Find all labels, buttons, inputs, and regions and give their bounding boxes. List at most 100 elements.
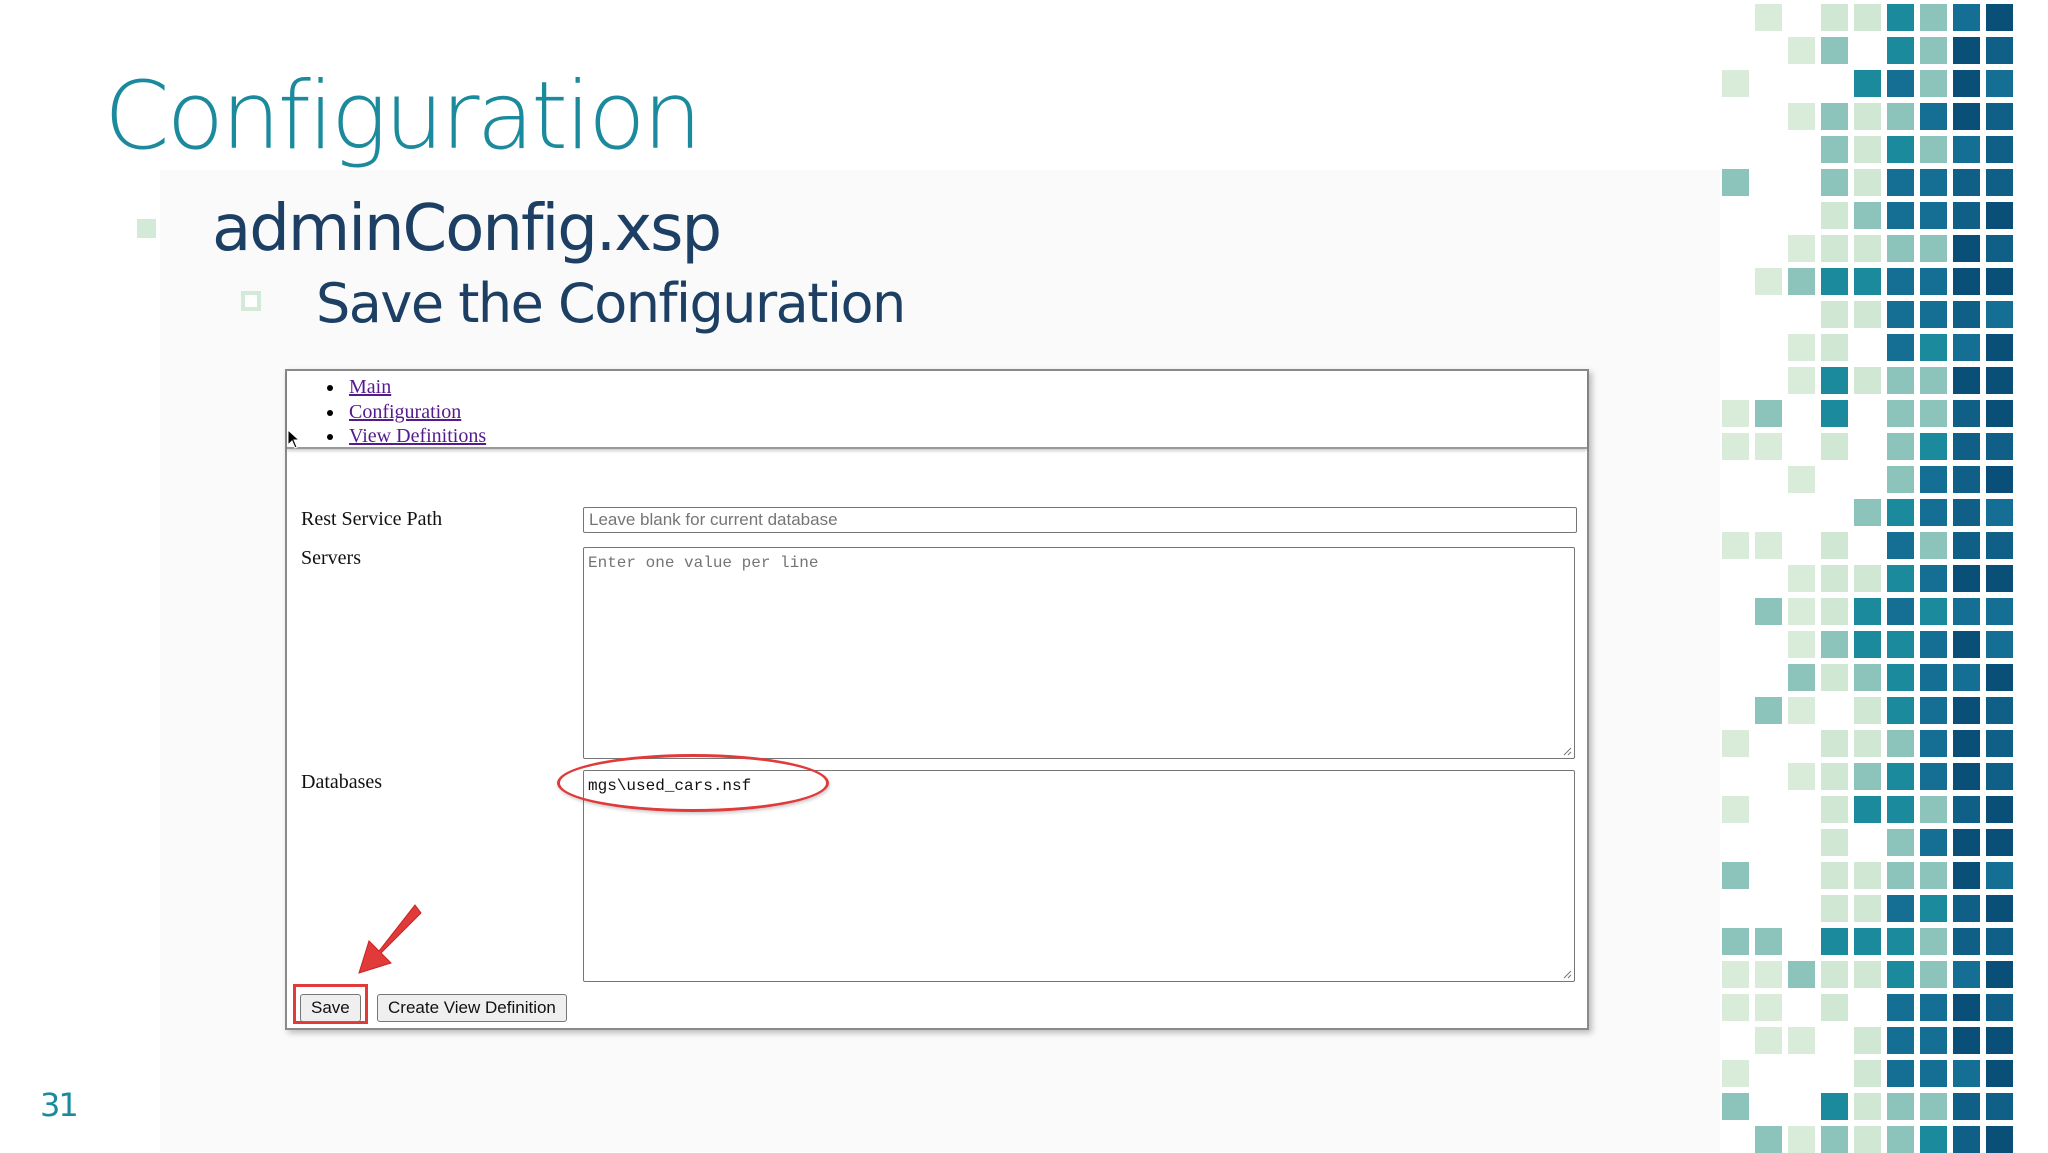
- nav-link-view-definitions[interactable]: View Definitions: [349, 425, 486, 447]
- mosaic-tile: [1887, 631, 1914, 658]
- mosaic-tile: [1887, 433, 1914, 460]
- mosaic-tile: [1920, 697, 1947, 724]
- mosaic-tile: [1920, 334, 1947, 361]
- mosaic-tile: [1821, 763, 1848, 790]
- mosaic-tile: [1953, 697, 1980, 724]
- mosaic-tile: [1854, 301, 1881, 328]
- mosaic-tile: [1920, 895, 1947, 922]
- mosaic-tile: [1755, 532, 1782, 559]
- mosaic-tile: [1986, 829, 2013, 856]
- mosaic-tile: [1953, 70, 1980, 97]
- mosaic-tile: [1722, 730, 1749, 757]
- mosaic-tile: [1788, 334, 1815, 361]
- mosaic-tile: [1821, 301, 1848, 328]
- mosaic-tile: [1722, 1093, 1749, 1120]
- mosaic-tile: [1788, 268, 1815, 295]
- mosaic-tile: [1920, 37, 1947, 64]
- mosaic-tile: [1920, 961, 1947, 988]
- mosaic-tile: [1854, 1093, 1881, 1120]
- mosaic-tile: [1722, 169, 1749, 196]
- mosaic-tile: [1953, 301, 1980, 328]
- mosaic-tile: [1887, 796, 1914, 823]
- mosaic-tile: [1920, 466, 1947, 493]
- mosaic-tile: [1887, 1126, 1914, 1153]
- mosaic-tile: [1920, 598, 1947, 625]
- nav-link-configuration[interactable]: Configuration: [349, 401, 461, 423]
- mosaic-tile: [1821, 37, 1848, 64]
- mosaic-tile: [1953, 1093, 1980, 1120]
- mosaic-tile: [1821, 1093, 1848, 1120]
- mosaic-tile: [1854, 862, 1881, 889]
- mosaic-tile: [1788, 466, 1815, 493]
- mosaic-tile: [1821, 961, 1848, 988]
- mosaic-tile: [1953, 1027, 1980, 1054]
- nav-link-main[interactable]: Main: [349, 376, 391, 398]
- mosaic-tile: [1887, 697, 1914, 724]
- mosaic-tile: [1953, 631, 1980, 658]
- mosaic-tile: [1986, 334, 2013, 361]
- mosaic-tile: [1986, 961, 2013, 988]
- servers-textarea[interactable]: Enter one value per line: [583, 547, 1575, 759]
- databases-highlight-ellipse: [557, 754, 829, 812]
- mosaic-tile: [1920, 796, 1947, 823]
- mosaic-tile: [1887, 664, 1914, 691]
- mosaic-tile: [1854, 961, 1881, 988]
- mosaic-tile: [1953, 400, 1980, 427]
- mosaic-tile: [1920, 1093, 1947, 1120]
- resize-grip-icon[interactable]: [1562, 746, 1572, 756]
- create-view-definition-button[interactable]: Create View Definition: [377, 994, 567, 1022]
- mosaic-tile: [1920, 1027, 1947, 1054]
- mosaic-tile: [1854, 895, 1881, 922]
- mosaic-tile: [1755, 1027, 1782, 1054]
- mosaic-tile: [1854, 202, 1881, 229]
- mosaic-tile: [1755, 697, 1782, 724]
- servers-label: Servers: [301, 547, 361, 569]
- mosaic-tile: [1887, 367, 1914, 394]
- mosaic-tile: [1986, 301, 2013, 328]
- mosaic-tile: [1953, 763, 1980, 790]
- mosaic-tile: [1887, 994, 1914, 1021]
- mosaic-tile: [1953, 202, 1980, 229]
- mosaic-tile: [1887, 1060, 1914, 1087]
- mosaic-tile: [1854, 169, 1881, 196]
- mosaic-tile: [1755, 1126, 1782, 1153]
- mosaic-tile: [1953, 1126, 1980, 1153]
- resize-grip-icon[interactable]: [1562, 969, 1572, 979]
- mosaic-tile: [1986, 763, 2013, 790]
- mosaic-tile: [1722, 862, 1749, 889]
- mosaic-tile: [1887, 103, 1914, 130]
- mosaic-tile: [1821, 235, 1848, 262]
- mosaic-tile: [1986, 565, 2013, 592]
- mosaic-tile: [1986, 862, 2013, 889]
- mosaic-tile: [1755, 400, 1782, 427]
- mosaic-tile: [1986, 37, 2013, 64]
- mosaic-tile: [1887, 136, 1914, 163]
- mosaic-tile: [1986, 730, 2013, 757]
- mosaic-tile: [1986, 1027, 2013, 1054]
- mosaic-tile: [1788, 961, 1815, 988]
- mosaic-tile: [1887, 400, 1914, 427]
- mosaic-tile: [1986, 499, 2013, 526]
- mouse-pointer-icon: [287, 429, 301, 449]
- mosaic-tile: [1722, 994, 1749, 1021]
- mosaic-tile: [1821, 862, 1848, 889]
- mosaic-tile: [1920, 631, 1947, 658]
- mosaic-tile: [1920, 400, 1947, 427]
- mosaic-tile: [1887, 829, 1914, 856]
- mosaic-tile: [1821, 136, 1848, 163]
- mosaic-tile: [1887, 730, 1914, 757]
- mosaic-tile: [1953, 367, 1980, 394]
- mosaic-tile: [1854, 565, 1881, 592]
- mosaic-tile: [1722, 1060, 1749, 1087]
- mosaic-tile: [1722, 961, 1749, 988]
- rest-service-path-input[interactable]: [583, 507, 1577, 533]
- mosaic-tile: [1953, 433, 1980, 460]
- mosaic-tile: [1953, 268, 1980, 295]
- mosaic-tile: [1887, 235, 1914, 262]
- mosaic-tile: [1986, 103, 2013, 130]
- bullet-marker: [137, 219, 156, 238]
- nav-item-view-definitions: View Definitions: [323, 424, 486, 449]
- mosaic-tile: [1854, 664, 1881, 691]
- mosaic-tile: [1953, 136, 1980, 163]
- save-button[interactable]: Save: [300, 994, 361, 1022]
